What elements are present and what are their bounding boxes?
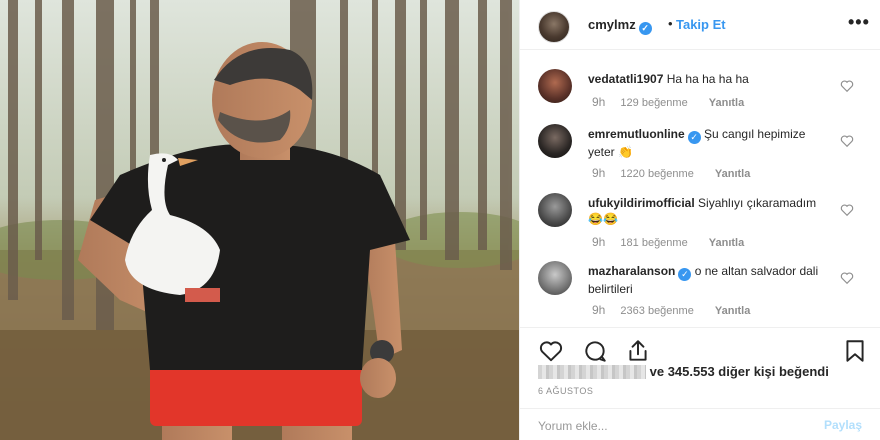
comment-avatar[interactable]: [538, 261, 572, 295]
comment-time[interactable]: 9h: [592, 235, 605, 249]
save-bookmark-icon[interactable]: [842, 338, 868, 364]
verified-badge-icon: ✓: [638, 22, 652, 35]
comments-list[interactable]: vedatatli1907 Ha ha ha ha ha 9h 129 beğe…: [520, 51, 880, 327]
reply-button[interactable]: Yanıtla: [709, 237, 744, 249]
comment-meta: 9h 129 beğenme Yanıtla: [592, 95, 744, 109]
comment-body: Ha ha ha ha ha: [666, 72, 749, 86]
comment-username[interactable]: emremutluonline: [588, 127, 685, 141]
comment-likes[interactable]: 181 beğenme: [620, 237, 687, 249]
like-comment-heart-icon[interactable]: [840, 203, 854, 217]
author-username[interactable]: cmylmz ✓: [588, 17, 652, 35]
comment-username[interactable]: mazharalanson: [588, 264, 675, 278]
reply-button[interactable]: Yanıtla: [715, 168, 750, 180]
comment-likes[interactable]: 129 beğenme: [620, 97, 687, 109]
comment-avatar[interactable]: [538, 69, 572, 103]
reply-button[interactable]: Yanıtla: [709, 97, 744, 109]
post-header: cmylmz ✓ • Takip Et •••: [520, 0, 880, 50]
comment-time[interactable]: 9h: [592, 95, 605, 109]
comment-text: emremutluonline ✓ Şu cangıl hepimize yete…: [588, 126, 828, 160]
like-comment-heart-icon[interactable]: [840, 79, 854, 93]
comment-time[interactable]: 9h: [592, 166, 605, 180]
follow-button[interactable]: Takip Et: [676, 17, 726, 32]
comment-meta: 9h 1220 beğenme Yanıtla: [592, 166, 750, 180]
post-detail-panel: cmylmz ✓ • Takip Et ••• vedatatli1907 Ha …: [519, 0, 880, 440]
comment-username[interactable]: ufukyildirimofficial: [588, 196, 695, 210]
likes-count-text[interactable]: ve 345.553 diğer kişi beğendi: [650, 364, 829, 379]
reply-button[interactable]: Yanıtla: [715, 305, 750, 317]
comment-avatar[interactable]: [538, 193, 572, 227]
verified-badge-icon: ✓: [687, 131, 701, 144]
header-separator: •: [668, 16, 673, 31]
comment-text: mazharalanson ✓ o ne altan salvador dali …: [588, 263, 828, 297]
comment-likes[interactable]: 1220 beğenme: [620, 168, 693, 180]
comment-input[interactable]: [538, 416, 808, 436]
add-comment-bar: Paylaş: [520, 408, 880, 440]
comment-text: ufukyildirimofficial Siyahlıyı çıkaramad…: [588, 195, 828, 227]
comment-avatar[interactable]: [538, 124, 572, 158]
post-comment-button[interactable]: Paylaş: [824, 418, 862, 432]
blurred-liker-name: [538, 365, 646, 379]
comment-username[interactable]: vedatatli1907: [588, 72, 663, 86]
author-username-text[interactable]: cmylmz: [588, 17, 636, 32]
comment-meta: 9h 181 beğenme Yanıtla: [592, 235, 744, 249]
post-actions: ve 345.553 diğer kişi beğendi 6 AĞUSTOS …: [520, 327, 880, 440]
author-avatar[interactable]: [538, 11, 570, 43]
more-options-icon[interactable]: •••: [848, 12, 870, 33]
likes-summary[interactable]: ve 345.553 diğer kişi beğendi: [538, 364, 829, 379]
comment-time[interactable]: 9h: [592, 303, 605, 317]
comment-meta: 9h 2363 beğenme Yanıtla: [592, 303, 750, 317]
share-upload-icon[interactable]: [625, 338, 651, 364]
like-comment-heart-icon[interactable]: [840, 134, 854, 148]
verified-badge-icon: ✓: [678, 268, 692, 281]
comment-bubble-icon[interactable]: [582, 338, 608, 364]
post-photo[interactable]: [0, 0, 519, 440]
comment-likes[interactable]: 2363 beğenme: [620, 305, 693, 317]
post-date: 6 AĞUSTOS: [538, 386, 594, 396]
like-heart-icon[interactable]: [538, 338, 564, 364]
comment-text: vedatatli1907 Ha ha ha ha ha: [588, 71, 828, 87]
like-comment-heart-icon[interactable]: [840, 271, 854, 285]
photo-scene: [0, 0, 519, 440]
